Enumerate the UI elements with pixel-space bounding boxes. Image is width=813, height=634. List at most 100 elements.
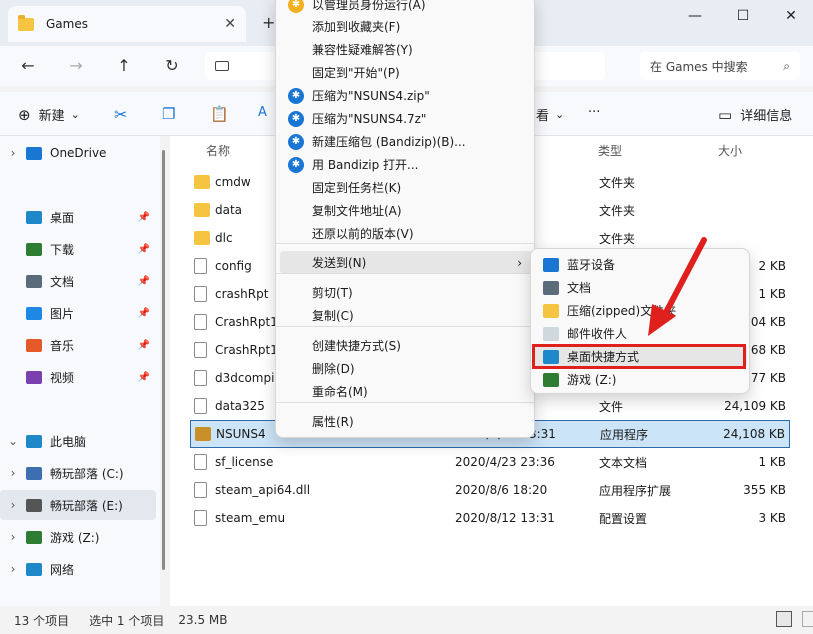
navigation-scrollbar[interactable] bbox=[162, 150, 165, 570]
details-view-icon[interactable] bbox=[776, 611, 792, 627]
rename-button[interactable]: A bbox=[258, 105, 267, 120]
view-button[interactable]: 看 ⌄ bbox=[536, 105, 564, 124]
file-row[interactable]: steam_api64.dll 2020/8/6 18:20 应用程序扩展 355 K… bbox=[190, 476, 790, 504]
context-menu-item[interactable]: 兼容性疑难解答(Y) bbox=[280, 38, 532, 61]
context-menu-label: 以管理员身份运行(A) bbox=[312, 0, 426, 12]
sidebar-item-onedrive[interactable]: › OneDrive bbox=[0, 138, 156, 168]
context-menu-label: 兼容性疑难解答(Y) bbox=[312, 43, 413, 57]
file-size: 355 KB bbox=[743, 483, 786, 497]
file-size: 04 KB bbox=[750, 315, 786, 329]
context-menu-item[interactable]: 删除(D) bbox=[280, 357, 532, 380]
file-name: CrashRpt1 bbox=[215, 315, 278, 329]
back-button[interactable]: ← bbox=[16, 56, 40, 75]
file-icon bbox=[194, 286, 207, 302]
expand-chevron-icon[interactable]: ⌄ bbox=[0, 434, 26, 448]
context-menu-item[interactable]: 固定到任务栏(K) bbox=[280, 176, 532, 199]
refresh-button[interactable]: ↻ bbox=[160, 56, 184, 75]
context-menu-item[interactable]: ✱ 压缩为"NSUNS4.zip" bbox=[280, 84, 532, 107]
file-row[interactable]: sf_license 2020/4/23 23:36 文本文档 1 KB bbox=[190, 448, 790, 476]
file-size: 68 KB bbox=[750, 343, 786, 357]
new-button[interactable]: ⊕ 新建 ⌄ bbox=[18, 105, 80, 125]
minimize-button[interactable]: — bbox=[680, 8, 710, 24]
file-size: 1 KB bbox=[758, 287, 786, 301]
sidebar-item-drive-c[interactable]: › 畅玩部落 (C:) bbox=[0, 458, 156, 488]
sidebar-item-videos[interactable]: 视频 📌 bbox=[0, 362, 156, 392]
tiles-view-icon[interactable] bbox=[802, 611, 813, 627]
bandizip-icon: ✱ bbox=[288, 133, 304, 150]
context-menu-item[interactable]: 复制(C) bbox=[280, 304, 532, 327]
context-menu-item[interactable]: 固定到"开始"(P) bbox=[280, 61, 532, 84]
sidebar-item-network[interactable]: › 网络 bbox=[0, 554, 156, 584]
close-window-button[interactable]: ✕ bbox=[776, 8, 806, 24]
context-menu-item[interactable]: 还原以前的版本(V) bbox=[280, 222, 532, 245]
context-menu-item[interactable]: ✱ 压缩为"NSUNS4.7z" bbox=[280, 107, 532, 130]
red-arrow-annotation bbox=[648, 237, 707, 336]
menu-separator bbox=[276, 243, 534, 244]
file-type: 应用程序扩展 bbox=[599, 483, 672, 498]
sidebar-item-this-pc[interactable]: ⌄ 此电脑 bbox=[0, 426, 156, 456]
details-button[interactable]: ▭ 详细信息 bbox=[718, 105, 792, 125]
maximize-button[interactable]: ☐ bbox=[728, 8, 758, 24]
context-menu-item[interactable]: 重命名(M) bbox=[280, 380, 532, 403]
forward-button[interactable]: → bbox=[64, 56, 88, 75]
context-menu-label: 创建快捷方式(S) bbox=[312, 339, 401, 353]
sidebar-item-drive-z[interactable]: › 游戏 (Z:) bbox=[0, 522, 156, 552]
copy-button[interactable]: ❐ bbox=[162, 105, 175, 123]
search-input[interactable]: 在 Games 中搜索 ⌕ bbox=[640, 52, 800, 80]
context-menu-label: 用 Bandizip 打开... bbox=[312, 158, 419, 172]
menu-separator bbox=[276, 273, 534, 274]
column-header-size[interactable]: 大小 bbox=[718, 142, 742, 159]
context-menu-item[interactable]: ✱ 以管理员身份运行(A) bbox=[280, 0, 532, 16]
this-pc-icon bbox=[26, 434, 42, 448]
file-row[interactable]: steam_emu 2020/8/12 13:31 配置设置 3 KB bbox=[190, 504, 790, 532]
context-menu-item[interactable]: 剪切(T) bbox=[280, 281, 532, 304]
close-tab-icon[interactable]: ✕ bbox=[224, 16, 236, 32]
sidebar-item-documents[interactable]: 文档 📌 bbox=[0, 266, 156, 296]
plus-circle-icon: ⊕ bbox=[18, 105, 31, 124]
sidebar-item-music[interactable]: 音乐 📌 bbox=[0, 330, 156, 360]
sidebar-item-drive-e[interactable]: › 畅玩部落 (E:) bbox=[0, 490, 156, 520]
file-name: d3dcompi bbox=[215, 371, 275, 385]
context-menu-item[interactable]: ✱ 新建压缩包 (Bandizip)(B)... bbox=[280, 130, 532, 153]
rename-icon: A bbox=[258, 105, 267, 120]
sidebar-item-download[interactable]: 下载 📌 bbox=[0, 234, 156, 264]
context-menu-item[interactable]: ✱ 用 Bandizip 打开... bbox=[280, 153, 532, 176]
send-to-item[interactable]: 游戏 (Z:) bbox=[535, 368, 747, 391]
sidebar-item-pictures[interactable]: 图片 📌 bbox=[0, 298, 156, 328]
tab-title: Games bbox=[46, 17, 88, 31]
pin-icon: 📌 bbox=[137, 211, 150, 223]
file-type: 文本文档 bbox=[599, 455, 648, 470]
up-button[interactable]: ↑ bbox=[112, 56, 136, 75]
file-size: 24,108 KB bbox=[723, 427, 785, 441]
more-button[interactable]: ··· bbox=[588, 105, 600, 120]
column-header-type[interactable]: 类型 bbox=[598, 142, 622, 159]
cut-button[interactable]: ✂ bbox=[114, 105, 127, 124]
sidebar-item-label: 图片 bbox=[50, 306, 75, 321]
sidebar-item-desktop[interactable]: 桌面 📌 bbox=[0, 202, 156, 232]
tab-games[interactable]: Games ✕ bbox=[8, 6, 246, 42]
file-type: 文件 bbox=[599, 399, 624, 414]
expand-chevron-icon[interactable]: › bbox=[0, 530, 26, 544]
file-icon bbox=[194, 482, 207, 498]
expand-chevron-icon[interactable]: › bbox=[0, 466, 26, 480]
sidebar-item-label: OneDrive bbox=[50, 146, 107, 160]
pin-icon: 📌 bbox=[137, 339, 150, 351]
paste-button[interactable]: 📋 bbox=[210, 105, 229, 123]
onedrive-icon bbox=[26, 146, 42, 160]
details-pane-icon: ▭ bbox=[718, 105, 733, 124]
context-menu-item[interactable]: 添加到收藏夹(F) bbox=[280, 15, 532, 38]
context-menu-item[interactable]: 属性(R) bbox=[280, 410, 532, 433]
file-icon bbox=[194, 454, 207, 470]
expand-chevron-icon[interactable]: › bbox=[0, 146, 26, 160]
file-name: data325 bbox=[215, 399, 265, 413]
expand-chevron-icon[interactable]: › bbox=[0, 562, 26, 576]
expand-chevron-icon[interactable]: › bbox=[0, 498, 26, 512]
more-icon: ··· bbox=[588, 105, 601, 120]
sidebar-item-label: 游戏 (Z:) bbox=[50, 530, 100, 545]
context-menu-item[interactable]: 创建快捷方式(S) bbox=[280, 334, 532, 357]
new-tab-button[interactable]: + bbox=[262, 13, 275, 32]
context-menu-item[interactable]: 发送到(N) › bbox=[280, 251, 532, 274]
context-menu-item[interactable]: 复制文件地址(A) bbox=[280, 199, 532, 222]
column-header-name[interactable]: 名称 bbox=[206, 142, 230, 159]
pin-icon: 📌 bbox=[137, 243, 150, 255]
